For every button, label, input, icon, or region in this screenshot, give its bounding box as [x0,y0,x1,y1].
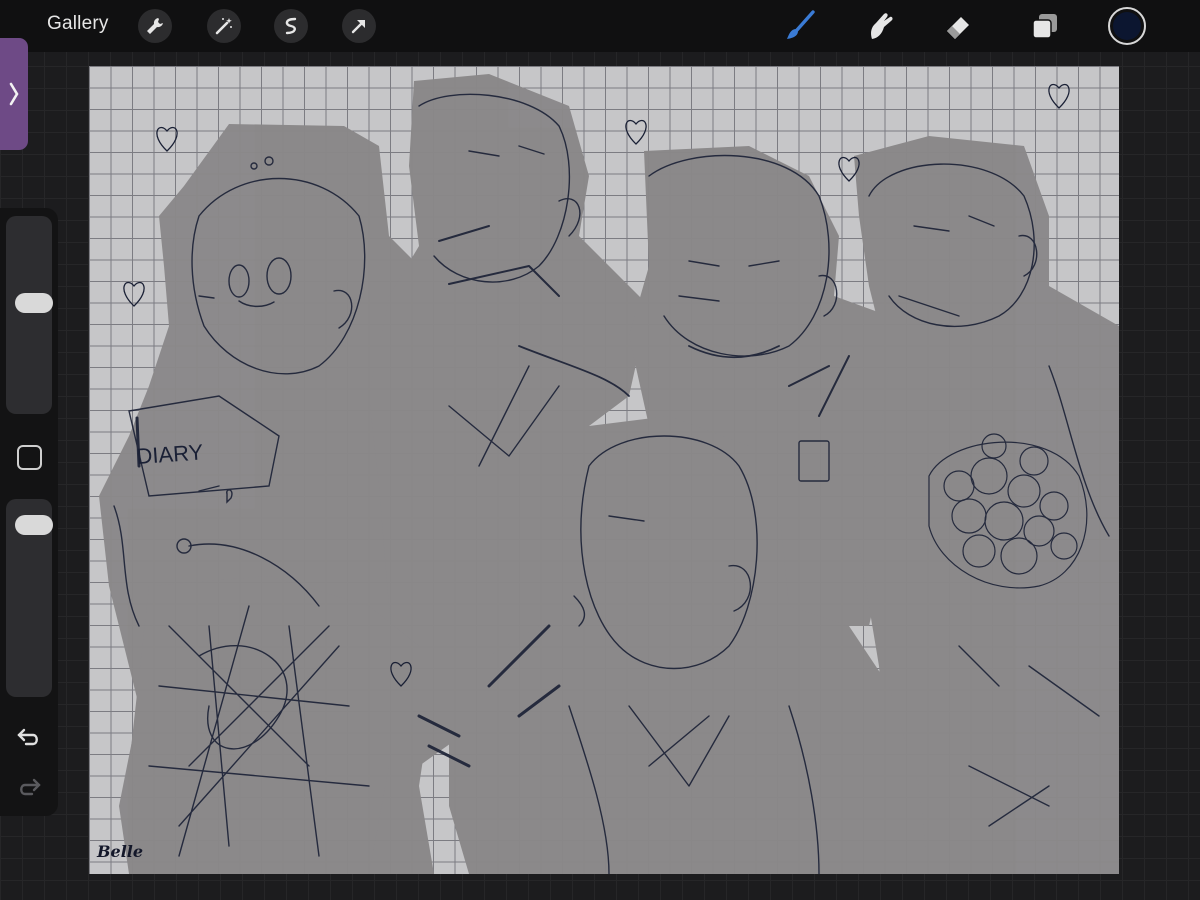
undo-icon[interactable] [15,723,43,751]
wrench-icon[interactable] [138,9,172,43]
smudge-icon[interactable] [861,8,897,44]
opacity-handle[interactable] [15,514,53,535]
signature: Belle [97,842,144,861]
layers-icon[interactable] [1027,8,1063,44]
current-color-swatch [1113,12,1141,40]
brush-icon[interactable] [782,8,818,44]
brush-size-handle[interactable] [15,293,53,314]
selection-icon[interactable] [274,9,308,43]
chevron-right-icon [9,82,19,106]
diary-label: DIARY [136,439,205,469]
gallery-button[interactable]: Gallery [47,13,109,35]
left-sidebar [0,208,58,816]
modify-square-icon[interactable] [17,445,42,470]
transform-arrow-icon[interactable] [342,9,376,43]
color-picker-button[interactable] [1108,7,1146,45]
sidebar-toggle-button[interactable] [0,38,28,150]
magic-wand-icon[interactable] [207,9,241,43]
brush-size-slider[interactable] [6,216,53,414]
sketch-artwork: DIARY [99,74,1119,874]
drawing-canvas[interactable]: DIARY Belle [89,66,1119,874]
top-toolbar: Gallery [0,0,1200,52]
opacity-slider[interactable] [6,499,53,697]
redo-icon[interactable] [15,773,43,801]
eraser-icon[interactable] [940,8,976,44]
